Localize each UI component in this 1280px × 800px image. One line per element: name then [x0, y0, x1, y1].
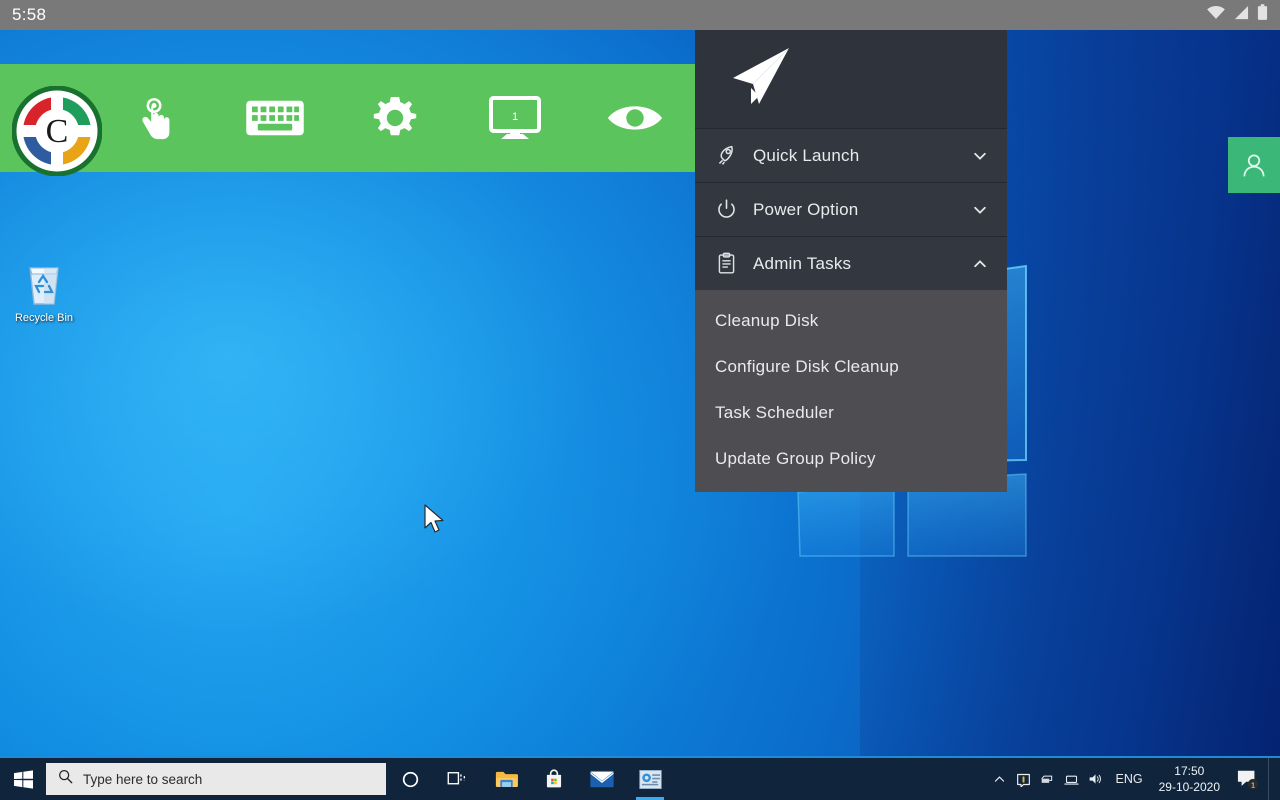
panel-header — [695, 30, 1007, 128]
status-bar-tray — [1206, 4, 1268, 26]
monitor-icon[interactable]: 1 — [475, 78, 555, 158]
network-icon[interactable] — [1036, 758, 1060, 800]
menu-group-label: Quick Launch — [753, 145, 860, 165]
rocket-icon — [715, 144, 745, 167]
show-desktop-button[interactable] — [1268, 758, 1276, 800]
submenu-item-configure-disk-cleanup[interactable]: Configure Disk Cleanup — [695, 344, 1007, 390]
send-icon[interactable] — [723, 42, 793, 117]
taskbar-time: 17:50 — [1174, 763, 1205, 778]
clipboard-icon — [715, 252, 745, 275]
menu-group-label: Admin Tasks — [753, 253, 852, 273]
gear-icon[interactable] — [355, 78, 435, 158]
submenu-item-update-group-policy[interactable]: Update Group Policy — [695, 436, 1007, 482]
chevron-up-icon[interactable] — [971, 256, 989, 272]
notification-badge-count: 1 — [1251, 780, 1255, 789]
cortana-icon[interactable] — [386, 758, 434, 800]
android-status-bar: 5:58 — [0, 0, 1280, 30]
notification-icon[interactable]: 1 — [1228, 758, 1268, 800]
taskbar-accent-line — [0, 756, 1280, 758]
onedrive-icon[interactable] — [1012, 758, 1036, 800]
submenu-item-task-scheduler[interactable]: Task Scheduler — [695, 390, 1007, 436]
eye-icon[interactable] — [595, 78, 675, 158]
desktop-wallpaper[interactable]: Recycle Bin C 1 — [0, 30, 1280, 800]
menu-group-power-option[interactable]: Power Option — [695, 182, 1007, 236]
windows-taskbar: Type here to search ENG 17:50 29-10-2020… — [0, 758, 1280, 800]
submenu-item-cleanup-disk[interactable]: Cleanup Disk — [695, 298, 1007, 344]
search-placeholder: Type here to search — [83, 771, 203, 787]
action-center-icon[interactable] — [1060, 758, 1084, 800]
touch-pointer-icon[interactable] — [115, 78, 195, 158]
wifi-icon — [1206, 5, 1226, 25]
mail-icon[interactable] — [578, 758, 626, 800]
clock-date[interactable]: 17:50 29-10-2020 — [1151, 763, 1228, 795]
taskbar-date: 29-10-2020 — [1158, 780, 1220, 794]
menu-group-admin-tasks[interactable]: Admin Tasks — [695, 236, 1007, 290]
search-icon — [58, 769, 73, 789]
search-input[interactable]: Type here to search — [46, 763, 386, 795]
recycle-bin-label: Recycle Bin — [14, 312, 74, 324]
task-view-icon[interactable] — [434, 758, 482, 800]
desktop-icon-recycle-bin[interactable]: Recycle Bin — [8, 260, 80, 324]
menu-group-quick-launch[interactable]: Quick Launch — [695, 128, 1007, 182]
toolbar-buttons: 1 — [115, 78, 715, 158]
settings-app-icon[interactable] — [626, 758, 674, 800]
status-bar-clock: 5:58 — [12, 5, 47, 24]
recycle-bin-icon — [22, 260, 66, 308]
microsoft-store-icon[interactable] — [530, 758, 578, 800]
file-explorer-icon[interactable] — [482, 758, 530, 800]
app-logo[interactable]: C — [11, 85, 103, 177]
menu-group-label: Power Option — [753, 199, 859, 219]
logo-letter: C — [46, 113, 69, 150]
volume-icon[interactable] — [1084, 758, 1108, 800]
chevron-down-icon[interactable] — [971, 148, 989, 164]
user-account-tab[interactable] — [1228, 137, 1280, 193]
battery-icon — [1257, 4, 1268, 26]
mouse-cursor — [424, 504, 444, 533]
chevron-down-icon[interactable] — [971, 202, 989, 218]
start-button[interactable] — [0, 758, 46, 800]
keyboard-icon[interactable] — [235, 78, 315, 158]
chevron-up-icon[interactable] — [988, 758, 1012, 800]
language-indicator[interactable]: ENG — [1108, 772, 1151, 786]
admin-side-panel: Quick Launch Power Option Admin Tasks Cl… — [695, 30, 1007, 492]
admin-tasks-submenu: Cleanup Disk Configure Disk Cleanup Task… — [695, 290, 1007, 492]
cellular-signal-icon — [1233, 5, 1250, 25]
monitor-badge: 1 — [512, 111, 518, 123]
system-tray: ENG 17:50 29-10-2020 1 — [988, 758, 1280, 800]
power-icon — [715, 198, 745, 221]
